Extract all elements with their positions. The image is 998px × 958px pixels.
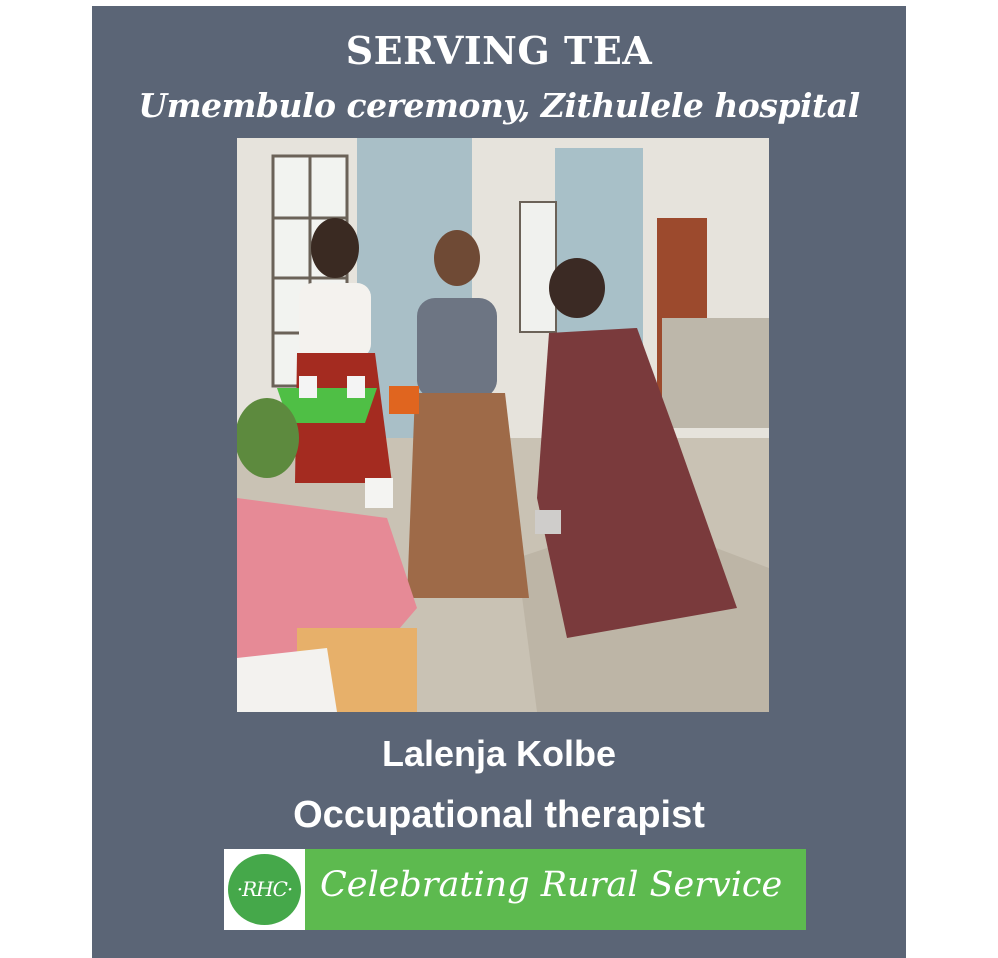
poster-subtitle: Umembulo ceremony, Zithulele hospital <box>138 86 860 125</box>
celebrating-rural-service-banner: ·RHC· Celebrating Rural Service <box>224 849 806 930</box>
rhc-logo: ·RHC· <box>224 849 305 930</box>
poster-title: SERVING TEA <box>345 28 653 73</box>
photo-illustration <box>237 138 769 712</box>
person-role: Occupational therapist <box>293 794 705 836</box>
person-name: Lalenja Kolbe <box>381 733 617 774</box>
rhc-logo-icon: ·RHC· <box>228 854 301 925</box>
banner-text: Celebrating Rural Service <box>320 865 783 905</box>
poster: SERVING TEA Umembulo ceremony, Zithulele… <box>92 6 906 958</box>
tea-serving-photo <box>237 138 769 712</box>
